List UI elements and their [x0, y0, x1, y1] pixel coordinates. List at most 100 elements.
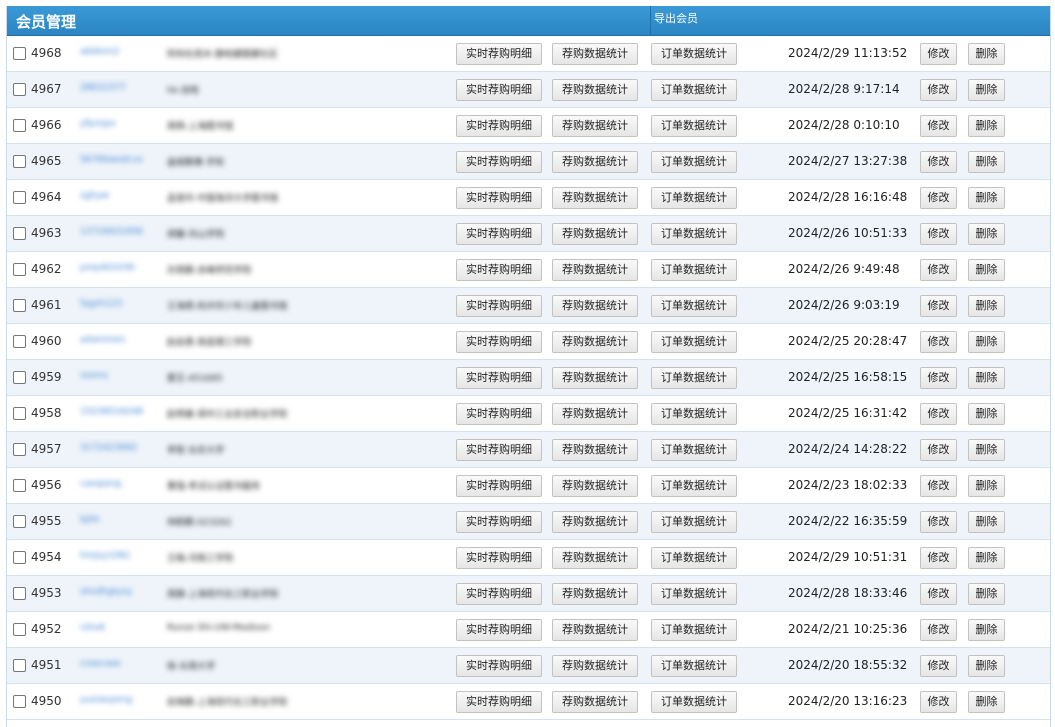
realtime-detail-button[interactable]: 实时荐购明细 — [456, 223, 542, 245]
order-stats-button[interactable]: 订单数据统计 — [651, 691, 737, 713]
edit-button[interactable]: 修改 — [920, 79, 957, 101]
realtime-detail-button[interactable]: 实时荐购明细 — [456, 295, 542, 317]
row-checkbox[interactable] — [13, 47, 26, 60]
recommend-stats-button[interactable]: 荐购数据统计 — [552, 475, 638, 497]
recommend-stats-button[interactable]: 荐购数据统计 — [552, 691, 638, 713]
realtime-detail-button[interactable]: 实时荐购明细 — [456, 115, 542, 137]
delete-button[interactable]: 删除 — [968, 547, 1005, 569]
row-checkbox[interactable] — [13, 587, 26, 600]
edit-button[interactable]: 修改 — [920, 259, 957, 281]
member-username-link[interactable]: hmjxy1081 — [80, 551, 131, 561]
member-username-link[interactable]: rshx6 — [80, 623, 105, 633]
delete-button[interactable]: 删除 — [968, 619, 1005, 641]
edit-button[interactable]: 修改 — [920, 187, 957, 209]
delete-button[interactable]: 删除 — [968, 331, 1005, 353]
member-username-link[interactable]: yfpnzpx — [80, 119, 116, 129]
recommend-stats-button[interactable]: 荐购数据统计 — [552, 223, 638, 245]
realtime-detail-button[interactable]: 实时荐购明细 — [456, 151, 542, 173]
member-username-link[interactable]: caoqiang — [80, 479, 121, 489]
edit-button[interactable]: 修改 — [920, 403, 957, 425]
edit-button[interactable]: 修改 — [920, 115, 957, 137]
delete-button[interactable]: 删除 — [968, 79, 1005, 101]
row-checkbox[interactable] — [13, 299, 26, 312]
order-stats-button[interactable]: 订单数据统计 — [651, 223, 737, 245]
member-username-link[interactable]: creecxee — [80, 659, 121, 669]
member-username-link[interactable]: romns — [80, 371, 108, 381]
recommend-stats-button[interactable]: 荐购数据统计 — [552, 619, 638, 641]
realtime-detail-button[interactable]: 实时荐购明细 — [456, 367, 542, 389]
recommend-stats-button[interactable]: 荐购数据统计 — [552, 367, 638, 389]
row-checkbox[interactable] — [13, 191, 26, 204]
delete-button[interactable]: 删除 — [968, 475, 1005, 497]
recommend-stats-button[interactable]: 荐购数据统计 — [552, 439, 638, 461]
member-username-link[interactable]: pmp401036 — [80, 263, 135, 273]
row-checkbox[interactable] — [13, 407, 26, 420]
member-username-link[interactable]: zghyw — [80, 191, 109, 201]
delete-button[interactable]: 删除 — [968, 583, 1005, 605]
row-checkbox[interactable] — [13, 515, 26, 528]
recommend-stats-button[interactable]: 荐购数据统计 — [552, 655, 638, 677]
recommend-stats-button[interactable]: 荐购数据统计 — [552, 295, 638, 317]
delete-button[interactable]: 删除 — [968, 691, 1005, 713]
edit-button[interactable]: 修改 — [920, 655, 957, 677]
recommend-stats-button[interactable]: 荐购数据统计 — [552, 511, 638, 533]
edit-button[interactable]: 修改 — [920, 475, 957, 497]
realtime-detail-button[interactable]: 实时荐购明细 — [456, 187, 542, 209]
realtime-detail-button[interactable]: 实时荐购明细 — [456, 583, 542, 605]
order-stats-button[interactable]: 订单数据统计 — [651, 511, 737, 533]
order-stats-button[interactable]: 订单数据统计 — [651, 655, 737, 677]
row-checkbox[interactable] — [13, 335, 26, 348]
edit-button[interactable]: 修改 — [920, 583, 957, 605]
edit-button[interactable]: 修改 — [920, 295, 957, 317]
delete-button[interactable]: 删除 — [968, 259, 1005, 281]
realtime-detail-button[interactable]: 实时荐购明细 — [456, 691, 542, 713]
realtime-detail-button[interactable]: 实时荐购明细 — [456, 619, 542, 641]
member-username-link[interactable]: abbkim2 — [80, 47, 119, 57]
order-stats-button[interactable]: 订单数据统计 — [651, 151, 737, 173]
order-stats-button[interactable]: 订单数据统计 — [651, 187, 737, 209]
realtime-detail-button[interactable]: 实时荐购明细 — [456, 475, 542, 497]
order-stats-button[interactable]: 订单数据统计 — [651, 403, 737, 425]
member-username-link[interactable]: 28631577 — [80, 83, 126, 93]
realtime-detail-button[interactable]: 实时荐购明细 — [456, 331, 542, 353]
row-checkbox[interactable] — [13, 659, 26, 672]
realtime-detail-button[interactable]: 实时荐购明细 — [456, 259, 542, 281]
edit-button[interactable]: 修改 — [920, 511, 957, 533]
edit-button[interactable]: 修改 — [920, 439, 957, 461]
member-username-link[interactable]: yuxiaoyeng — [80, 695, 132, 705]
realtime-detail-button[interactable]: 实时荐购明细 — [456, 511, 542, 533]
delete-button[interactable]: 删除 — [968, 655, 1005, 677]
member-username-link[interactable]: 13716631956 — [80, 227, 143, 237]
delete-button[interactable]: 删除 — [968, 43, 1005, 65]
recommend-stats-button[interactable]: 荐购数据统计 — [552, 331, 638, 353]
delete-button[interactable]: 删除 — [968, 367, 1005, 389]
order-stats-button[interactable]: 订单数据统计 — [651, 259, 737, 281]
realtime-detail-button[interactable]: 实时荐购明细 — [456, 439, 542, 461]
export-members-button[interactable]: 导出会员 — [650, 6, 698, 35]
edit-button[interactable]: 修改 — [920, 151, 957, 173]
member-username-link[interactable]: shxdhgtyxy — [80, 587, 132, 597]
member-username-link[interactable]: bjhh — [80, 515, 100, 525]
row-checkbox[interactable] — [13, 443, 26, 456]
delete-button[interactable]: 删除 — [968, 151, 1005, 173]
order-stats-button[interactable]: 订单数据统计 — [651, 619, 737, 641]
row-checkbox[interactable] — [13, 695, 26, 708]
recommend-stats-button[interactable]: 荐购数据统计 — [552, 43, 638, 65]
realtime-detail-button[interactable]: 实时荐购明细 — [456, 79, 542, 101]
recommend-stats-button[interactable]: 荐购数据统计 — [552, 115, 638, 137]
recommend-stats-button[interactable]: 荐购数据统计 — [552, 547, 638, 569]
recommend-stats-button[interactable]: 荐购数据统计 — [552, 403, 638, 425]
order-stats-button[interactable]: 订单数据统计 — [651, 583, 737, 605]
delete-button[interactable]: 删除 — [968, 295, 1005, 317]
order-stats-button[interactable]: 订单数据统计 — [651, 367, 737, 389]
edit-button[interactable]: 修改 — [920, 223, 957, 245]
row-checkbox[interactable] — [13, 623, 26, 636]
delete-button[interactable]: 删除 — [968, 223, 1005, 245]
row-checkbox[interactable] — [13, 119, 26, 132]
order-stats-button[interactable]: 订单数据统计 — [651, 331, 737, 353]
recommend-stats-button[interactable]: 荐购数据统计 — [552, 151, 638, 173]
member-username-link[interactable]: 3172423692 — [80, 443, 137, 453]
row-checkbox[interactable] — [13, 155, 26, 168]
realtime-detail-button[interactable]: 实时荐购明细 — [456, 43, 542, 65]
order-stats-button[interactable]: 订单数据统计 — [651, 547, 737, 569]
